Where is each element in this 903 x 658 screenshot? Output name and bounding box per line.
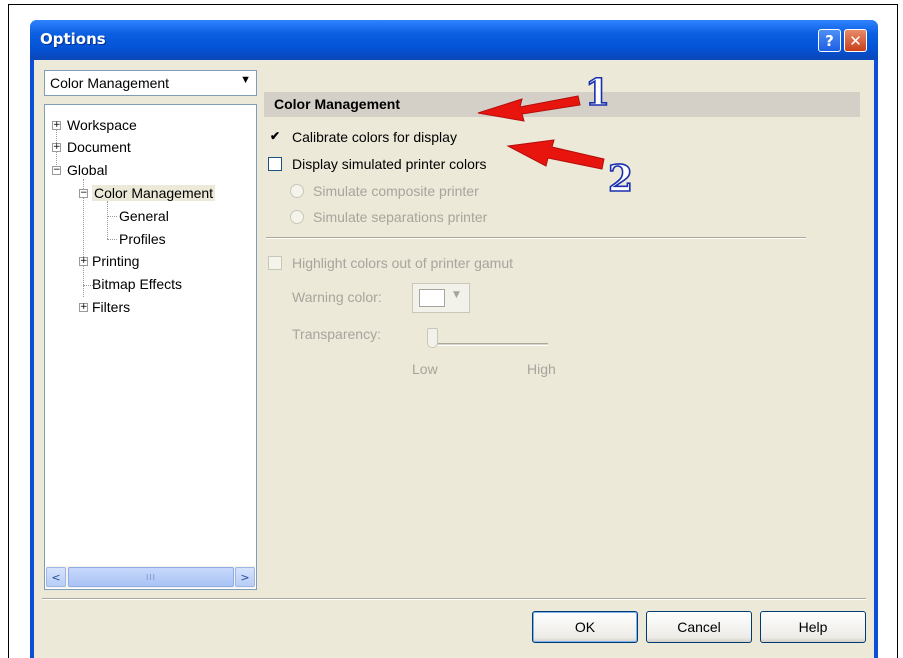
tree-item-label: Workspace bbox=[67, 117, 137, 133]
category-dropdown-value: Color Management bbox=[50, 75, 170, 91]
composite-printer-label: Simulate composite printer bbox=[313, 183, 479, 199]
tree-item-label: Printing bbox=[92, 253, 140, 269]
question-icon: ? bbox=[825, 31, 834, 50]
transparency-label: Transparency: bbox=[292, 326, 381, 342]
tree-item-label: Bitmap Effects bbox=[92, 276, 183, 292]
tree-item-workspace[interactable]: Workspace bbox=[67, 115, 137, 135]
tree-item-label: Color Management bbox=[92, 185, 216, 201]
highlight-gamut-option: Highlight colors out of printer gamut bbox=[268, 253, 513, 273]
tree-item-global[interactable]: Global bbox=[67, 160, 107, 180]
chevron-down-icon[interactable]: ▼ bbox=[240, 74, 251, 86]
tree-item-label: Profiles bbox=[119, 231, 166, 247]
category-dropdown[interactable]: Color Management ▼ bbox=[44, 70, 257, 96]
collapse-icon[interactable]: − bbox=[79, 189, 88, 198]
tree-connector bbox=[107, 239, 117, 240]
tree-item-printing[interactable]: Printing bbox=[92, 251, 139, 271]
tree-connector bbox=[107, 201, 108, 239]
slider-low-label: Low bbox=[412, 361, 438, 377]
options-dialog: Options ? ✕ Color Management ▼ + Workspa… bbox=[30, 20, 878, 658]
tree-item-color-management[interactable]: Color Management bbox=[92, 183, 216, 203]
tree-item-document[interactable]: Document bbox=[67, 137, 131, 157]
section-header: Color Management bbox=[264, 92, 860, 117]
close-icon: ✕ bbox=[849, 31, 862, 50]
color-swatch bbox=[419, 289, 445, 307]
section-divider bbox=[266, 237, 806, 239]
annotation-number-1: 1 bbox=[584, 71, 611, 115]
expand-icon[interactable]: + bbox=[79, 257, 88, 266]
composite-printer-radio bbox=[290, 184, 304, 198]
separations-printer-label: Simulate separations printer bbox=[313, 209, 488, 225]
tree-connector bbox=[107, 216, 117, 217]
ok-button[interactable]: OK bbox=[532, 611, 638, 643]
window-title: Options bbox=[40, 30, 106, 48]
screenshot-border-left bbox=[8, 4, 9, 658]
chevron-down-icon: ▼ bbox=[453, 290, 460, 300]
tree-item-label: General bbox=[119, 208, 169, 224]
separations-printer-radio bbox=[290, 210, 304, 224]
simulated-printer-option[interactable]: Display simulated printer colors bbox=[268, 154, 487, 174]
calibrate-colors-label: Calibrate colors for display bbox=[292, 129, 457, 145]
options-tree: + Workspace + Document − Global − Color … bbox=[44, 104, 257, 590]
dialog-body: Color Management ▼ + Workspace + Documen… bbox=[34, 60, 874, 658]
scroll-grip-icon: III bbox=[145, 572, 157, 582]
warning-color-label: Warning color: bbox=[292, 289, 382, 305]
scroll-thumb[interactable]: III bbox=[68, 567, 234, 587]
tree-item-label: Document bbox=[67, 139, 131, 155]
expand-icon[interactable]: + bbox=[52, 121, 61, 130]
slider-high-label: High bbox=[527, 361, 556, 377]
simulated-printer-label: Display simulated printer colors bbox=[292, 156, 487, 172]
title-bar[interactable]: Options ? ✕ bbox=[30, 20, 878, 60]
scroll-left-button[interactable]: < bbox=[46, 567, 66, 587]
transparency-slider-thumb bbox=[427, 328, 438, 348]
calibrate-colors-option[interactable]: ✔ Calibrate colors for display bbox=[268, 127, 457, 147]
tree-item-general[interactable]: General bbox=[119, 206, 169, 226]
calibrate-colors-checkbox[interactable]: ✔ bbox=[268, 130, 282, 144]
tree-item-bitmap-effects[interactable]: Bitmap Effects bbox=[92, 274, 182, 294]
transparency-slider-track bbox=[430, 343, 548, 346]
cancel-button[interactable]: Cancel bbox=[646, 611, 752, 643]
highlight-gamut-checkbox bbox=[268, 256, 282, 270]
screenshot-border-top bbox=[8, 4, 898, 5]
close-button[interactable]: ✕ bbox=[844, 29, 867, 52]
screenshot-border-right bbox=[897, 4, 898, 658]
footer-divider bbox=[42, 598, 866, 600]
collapse-icon[interactable]: − bbox=[52, 166, 61, 175]
composite-printer-option: Simulate composite printer bbox=[290, 181, 479, 201]
annotation-number-2: 2 bbox=[607, 157, 634, 201]
expand-icon[interactable]: + bbox=[52, 143, 61, 152]
scroll-right-button[interactable]: > bbox=[235, 567, 255, 587]
chevron-left-icon: < bbox=[51, 570, 61, 584]
tree-item-profiles[interactable]: Profiles bbox=[119, 229, 166, 249]
highlight-gamut-label: Highlight colors out of printer gamut bbox=[292, 255, 513, 271]
expand-icon[interactable]: + bbox=[79, 303, 88, 312]
warning-color-picker: ▼ bbox=[412, 283, 470, 313]
help-titlebar-button[interactable]: ? bbox=[818, 29, 841, 52]
separations-printer-option: Simulate separations printer bbox=[290, 207, 487, 227]
tree-item-label: Filters bbox=[92, 299, 131, 315]
tree-item-label: Global bbox=[67, 162, 108, 178]
tree-horizontal-scrollbar[interactable]: < III > bbox=[46, 566, 255, 588]
chevron-right-icon: > bbox=[240, 570, 250, 584]
help-button[interactable]: Help bbox=[760, 611, 866, 643]
tree-item-filters[interactable]: Filters bbox=[92, 297, 130, 317]
simulated-printer-checkbox[interactable] bbox=[268, 157, 282, 171]
